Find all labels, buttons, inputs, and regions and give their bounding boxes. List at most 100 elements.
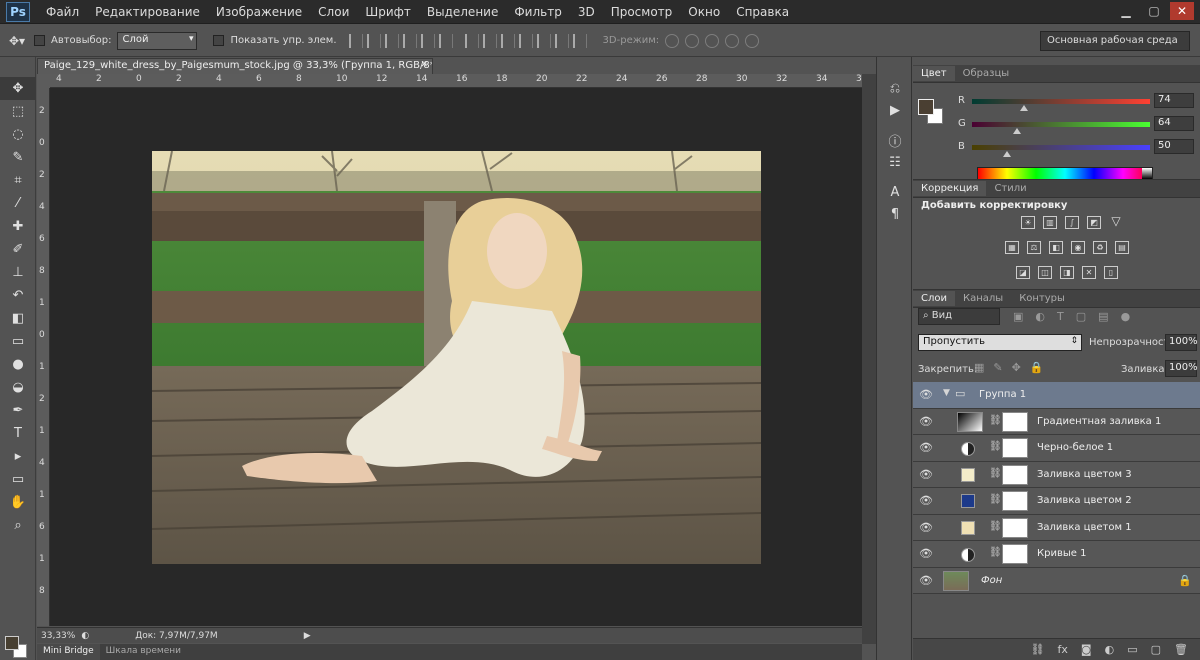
- align-vcenter-icon[interactable]: [366, 33, 381, 48]
- tab-mini-bridge[interactable]: Mini Bridge: [37, 644, 100, 660]
- layer-mask-thumbnail[interactable]: [1002, 544, 1028, 564]
- menu-edit[interactable]: Редактирование: [87, 5, 208, 19]
- visibility-eye-icon[interactable]: 👁: [919, 494, 933, 507]
- layer-curves-1[interactable]: 👁 ⛓ Кривые 1: [913, 541, 1200, 568]
- tab-paths[interactable]: Контуры: [1011, 291, 1073, 306]
- info-icon[interactable]: ⓘ: [877, 129, 913, 151]
- move-tool-icon[interactable]: ✥▾: [6, 32, 28, 50]
- hand-tool-icon[interactable]: ✋: [0, 491, 36, 514]
- distribute-right-icon[interactable]: [554, 33, 569, 48]
- minimize-icon[interactable]: ▁: [1114, 2, 1138, 20]
- 3d-slide-icon[interactable]: [725, 33, 740, 48]
- layer-black-white-1[interactable]: 👁 ⛓ Черно-белое 1: [913, 435, 1200, 462]
- marquee-tool-icon[interactable]: ⬚: [0, 100, 36, 123]
- history-icon[interactable]: ⎌: [877, 77, 913, 99]
- black-white-icon[interactable]: ◧: [1049, 241, 1063, 254]
- vertical-scrollbar[interactable]: [862, 74, 876, 644]
- link-chain-icon[interactable]: ⛓: [989, 494, 1002, 505]
- align-top-icon[interactable]: [348, 33, 363, 48]
- fill-value[interactable]: 100%: [1165, 360, 1198, 377]
- brightness-icon[interactable]: ☀: [1021, 216, 1035, 229]
- menu-file[interactable]: Файл: [38, 5, 87, 19]
- visibility-eye-icon[interactable]: 👁: [919, 388, 933, 401]
- tab-layers[interactable]: Слои: [913, 291, 955, 306]
- lasso-tool-icon[interactable]: ◌: [0, 123, 36, 146]
- tab-color[interactable]: Цвет: [913, 66, 955, 81]
- exposure-icon[interactable]: ◩: [1087, 216, 1101, 229]
- lock-all-icon[interactable]: 🔒: [1030, 361, 1044, 374]
- layer-mask-thumbnail[interactable]: [1002, 438, 1028, 458]
- autoselect-checkbox[interactable]: [34, 35, 45, 46]
- vibrance-icon[interactable]: ▽: [1109, 215, 1123, 229]
- zoom-tool-icon[interactable]: ⌕: [0, 514, 36, 537]
- invert-icon[interactable]: ◪: [1016, 266, 1030, 279]
- photo-filter-icon[interactable]: ◉: [1071, 241, 1085, 254]
- autoselect-dropdown[interactable]: Слой: [117, 31, 198, 50]
- move-tool-icon[interactable]: ✥: [0, 77, 36, 100]
- distribute-bottom-icon[interactable]: [500, 33, 515, 48]
- menu-select[interactable]: Выделение: [419, 5, 506, 19]
- green-value[interactable]: 64: [1154, 116, 1194, 131]
- blue-value[interactable]: 50: [1154, 139, 1194, 154]
- show-controls-checkbox[interactable]: [213, 35, 225, 46]
- healing-brush-tool-icon[interactable]: ✚: [0, 215, 36, 238]
- new-adjustment-icon[interactable]: ◐: [1105, 643, 1115, 656]
- distribute-vcenter-icon[interactable]: [482, 33, 497, 48]
- levels-icon[interactable]: ▥: [1043, 216, 1057, 229]
- blue-slider-thumb[interactable]: [1003, 151, 1011, 157]
- lock-transparent-icon[interactable]: ▦: [974, 361, 984, 374]
- filter-type-icon[interactable]: T: [1057, 310, 1064, 323]
- red-slider-thumb[interactable]: [1020, 105, 1028, 111]
- gradient-map-icon[interactable]: ▯: [1104, 266, 1118, 279]
- link-layers-icon[interactable]: ⛓: [1031, 643, 1045, 656]
- workspace-dropdown[interactable]: Основная рабочая среда: [1040, 31, 1190, 51]
- type-tool-icon[interactable]: T: [0, 422, 36, 445]
- red-value[interactable]: 74: [1154, 93, 1194, 108]
- layer-gradient-fill-1[interactable]: 👁 ⛓ Градиентная заливка 1: [913, 408, 1200, 435]
- 3d-drag-icon[interactable]: [705, 33, 720, 48]
- menu-3d[interactable]: 3D: [570, 5, 603, 19]
- color-foreground-swatch[interactable]: [918, 99, 934, 115]
- filter-adjust-icon[interactable]: ◐: [1035, 310, 1045, 323]
- layer-background[interactable]: 👁 Фон 🔒: [913, 567, 1200, 594]
- blend-mode-dropdown[interactable]: Пропустить: [918, 334, 1082, 351]
- layer-mask-thumbnail[interactable]: [1002, 517, 1028, 538]
- status-menu-arrow-icon[interactable]: ▶: [304, 631, 311, 641]
- color-balance-icon[interactable]: ⚖: [1027, 241, 1041, 254]
- red-slider[interactable]: [972, 99, 1150, 104]
- align-left-icon[interactable]: [402, 33, 417, 48]
- lock-pixels-icon[interactable]: ✎: [993, 361, 1002, 374]
- crop-tool-icon[interactable]: ⌗: [0, 169, 36, 192]
- threshold-icon[interactable]: ◨: [1060, 266, 1074, 279]
- path-select-tool-icon[interactable]: ▸: [0, 445, 36, 468]
- layer-group-1[interactable]: 👁 ▼ ▭ Группа 1: [913, 382, 1200, 409]
- clone-stamp-tool-icon[interactable]: ⊥: [0, 261, 36, 284]
- visibility-eye-icon[interactable]: 👁: [919, 547, 933, 560]
- document-tab[interactable]: Paige_129_white_dress_by_Paigesmum_stock…: [37, 58, 433, 74]
- eyedropper-tool-icon[interactable]: ⁄: [0, 192, 36, 215]
- shape-tool-icon[interactable]: ▭: [0, 468, 36, 491]
- document-image[interactable]: [152, 151, 761, 564]
- gradient-tool-icon[interactable]: ▭: [0, 330, 36, 353]
- layer-mask-thumbnail[interactable]: [1002, 464, 1028, 485]
- dodge-tool-icon[interactable]: ◒: [0, 376, 36, 399]
- visibility-eye-icon[interactable]: 👁: [919, 441, 933, 454]
- tab-adjustments[interactable]: Коррекция: [913, 181, 987, 196]
- maximize-icon[interactable]: ▢: [1142, 2, 1166, 20]
- opacity-value[interactable]: 100%: [1165, 334, 1198, 351]
- menu-window[interactable]: Окно: [680, 5, 728, 19]
- eraser-tool-icon[interactable]: ◧: [0, 307, 36, 330]
- visibility-eye-icon[interactable]: 👁: [919, 468, 933, 481]
- green-slider-thumb[interactable]: [1013, 128, 1021, 134]
- selective-color-icon[interactable]: ✕: [1082, 266, 1096, 279]
- link-chain-icon[interactable]: ⛓: [989, 441, 1002, 452]
- distribute-top-icon[interactable]: [464, 33, 479, 48]
- posterize-icon[interactable]: ◫: [1038, 266, 1052, 279]
- link-chain-icon[interactable]: ⛓: [989, 468, 1002, 479]
- filter-shape-icon[interactable]: ▢: [1076, 310, 1086, 323]
- lock-position-icon[interactable]: ✥: [1012, 361, 1021, 374]
- menu-image[interactable]: Изображение: [208, 5, 310, 19]
- distribute-hcenter-icon[interactable]: [536, 33, 551, 48]
- paragraph-icon[interactable]: ¶: [877, 203, 913, 225]
- group-expand-icon[interactable]: ▼: [943, 388, 950, 398]
